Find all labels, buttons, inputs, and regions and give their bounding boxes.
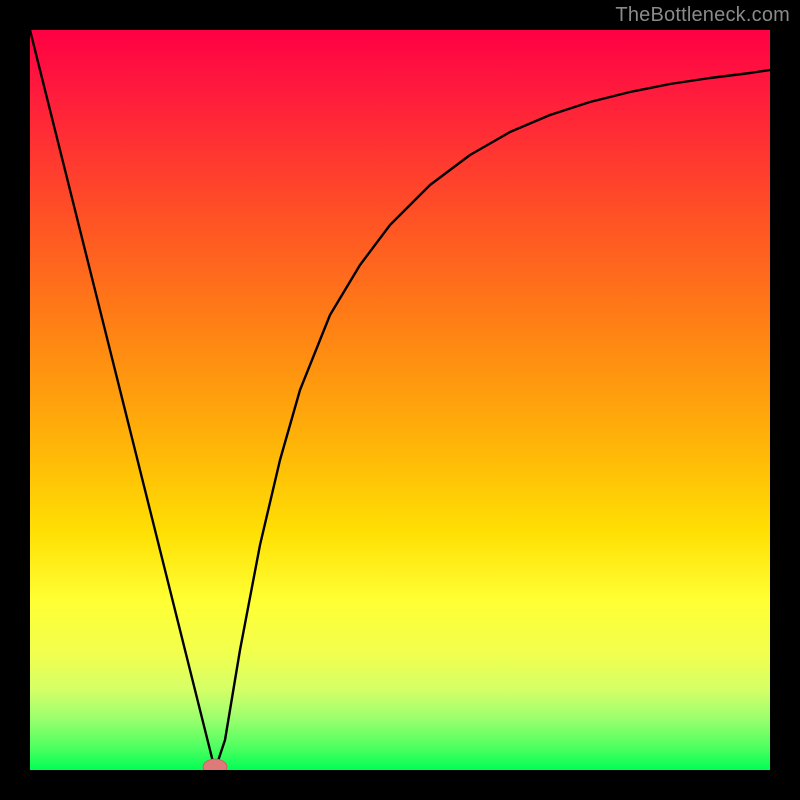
chart-svg xyxy=(30,30,770,770)
marker-dot xyxy=(203,759,227,770)
chart-container: TheBottleneck.com xyxy=(0,0,800,800)
plot-area xyxy=(30,30,770,770)
chart-curve xyxy=(30,30,770,770)
watermark-text: TheBottleneck.com xyxy=(615,4,790,27)
